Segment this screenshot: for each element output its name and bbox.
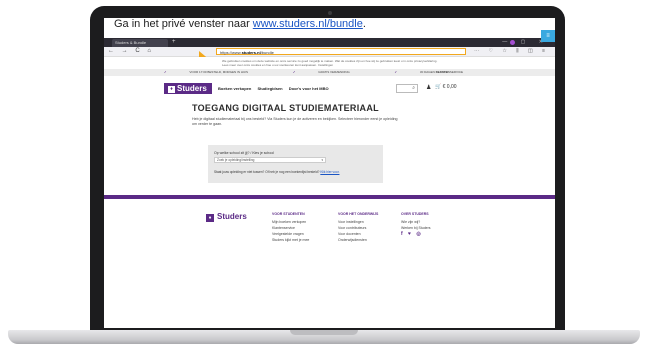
social-icons[interactable]: f ♥ ◎ — [401, 231, 431, 237]
url-path: /bundle — [260, 50, 274, 55]
footer-logo[interactable]: ♦ Studers — [206, 212, 247, 222]
page-title: TOEGANG DIGITAAL STUDIEMATERIAAL — [192, 103, 379, 113]
search-input[interactable]: ⌕ — [396, 84, 418, 93]
caption-end: . — [362, 18, 366, 30]
laptop-screen: Ga in het privé venster naar www.studers… — [104, 18, 555, 328]
url-prefix: https://www. — [220, 50, 242, 55]
cart-icon: 🛒 — [435, 84, 442, 90]
search-icon[interactable]: ⌕ — [412, 85, 415, 91]
nav-item[interactable]: Door's voor het MBO — [289, 86, 329, 91]
intro-text: Heb je digitaal studiemateriaal bij ons … — [192, 117, 398, 126]
address-bar[interactable]: https://www.studers.nl/bundle — [216, 48, 466, 55]
logo-mark-icon: ♦ — [206, 214, 214, 222]
toolbar-icons[interactable]: ⋯ ♡ ☆ ⫼ ◫ ≡ — [474, 48, 549, 54]
site-header: ♦ Studers Boeken verkopen Studiegidsen Do… — [104, 76, 555, 98]
nav-item[interactable]: Boeken verkopen — [218, 86, 251, 91]
tutorial-image: Ga in het privé venster naar www.studers… — [0, 0, 648, 356]
browser-tab[interactable]: Studers & Bundle — [112, 39, 168, 47]
logo-mark-icon: ♦ — [168, 86, 175, 93]
user-icon[interactable]: ♟ — [426, 84, 431, 91]
footer-column-students: VOOR STUDENTEN Mijn boeken verkopen Klan… — [272, 212, 310, 243]
usp-customer-service-link[interactable]: KLANTENSERVICE — [436, 69, 463, 76]
nav-buttons-icon[interactable]: ← → C ⌂ — [108, 48, 154, 54]
usp-item: ✓ VOOR 17:00 BESTELD, MORGEN IN HUIS — [164, 70, 249, 74]
main-nav: Boeken verkopen Studiegidsen Door's voor… — [218, 86, 334, 91]
laptop-notch — [290, 330, 358, 335]
school-select-form: Op welke school zit jij? / Kies je schoo… — [208, 145, 383, 183]
footer-column-education: VOOR HET ONDERWIJS Voor instellingen Voo… — [338, 212, 379, 243]
form-hint: Staat jouw opleiding er niet tussen? Of … — [214, 170, 340, 174]
nav-item[interactable]: Studiegidsen — [257, 86, 282, 91]
footer-column-about: OVER STUDERS Wie zijn wij? Werken bij St… — [401, 212, 431, 237]
browser-nav-bar: ← → C ⌂ https://www.studers.nl/bundle ⋯ … — [104, 47, 555, 57]
cookie-banner: We gebruiken cookies om deze website en … — [104, 57, 555, 69]
new-tab-icon[interactable]: + — [172, 39, 176, 46]
url-domain: studers.nl — [241, 50, 261, 55]
instruction-caption: Ga in het privé venster naar www.studers… — [114, 18, 554, 30]
chevron-down-icon: ▾ — [321, 158, 323, 162]
cookie-line-2[interactable]: Lees meer over onze cookies en hoe u uw … — [222, 63, 555, 67]
usp-item: ✓ GRATIS VERZENDING — [292, 70, 350, 74]
caption-link[interactable]: www.studers.nl/bundle — [253, 18, 363, 30]
footer-link[interactable]: Studers kijkt met je mee — [272, 237, 309, 243]
cart-button[interactable]: 🛒 € 0,00 — [435, 84, 457, 90]
footer-divider — [104, 195, 555, 199]
form-label: Op welke school zit jij? / Kies je schoo… — [214, 151, 274, 155]
school-select[interactable]: Zoek je opleiding/instelling ▾ — [214, 157, 326, 163]
footer-link[interactable]: Onderwijsdiensten — [338, 237, 378, 243]
browser-tab-bar: Studers & Bundle + — ▢ ✕ — [104, 38, 555, 47]
usp-bar: ✓ VOOR 17:00 BESTELD, MORGEN IN HUIS ✓ G… — [104, 69, 555, 76]
webcam — [328, 11, 332, 15]
caption-text: Ga in het privé venster naar — [114, 18, 253, 30]
studers-logo[interactable]: ♦ Studers — [164, 83, 212, 94]
hint-link[interactable]: Klik hier voor. — [320, 170, 339, 174]
side-menu-button[interactable]: ≡ — [541, 30, 555, 42]
